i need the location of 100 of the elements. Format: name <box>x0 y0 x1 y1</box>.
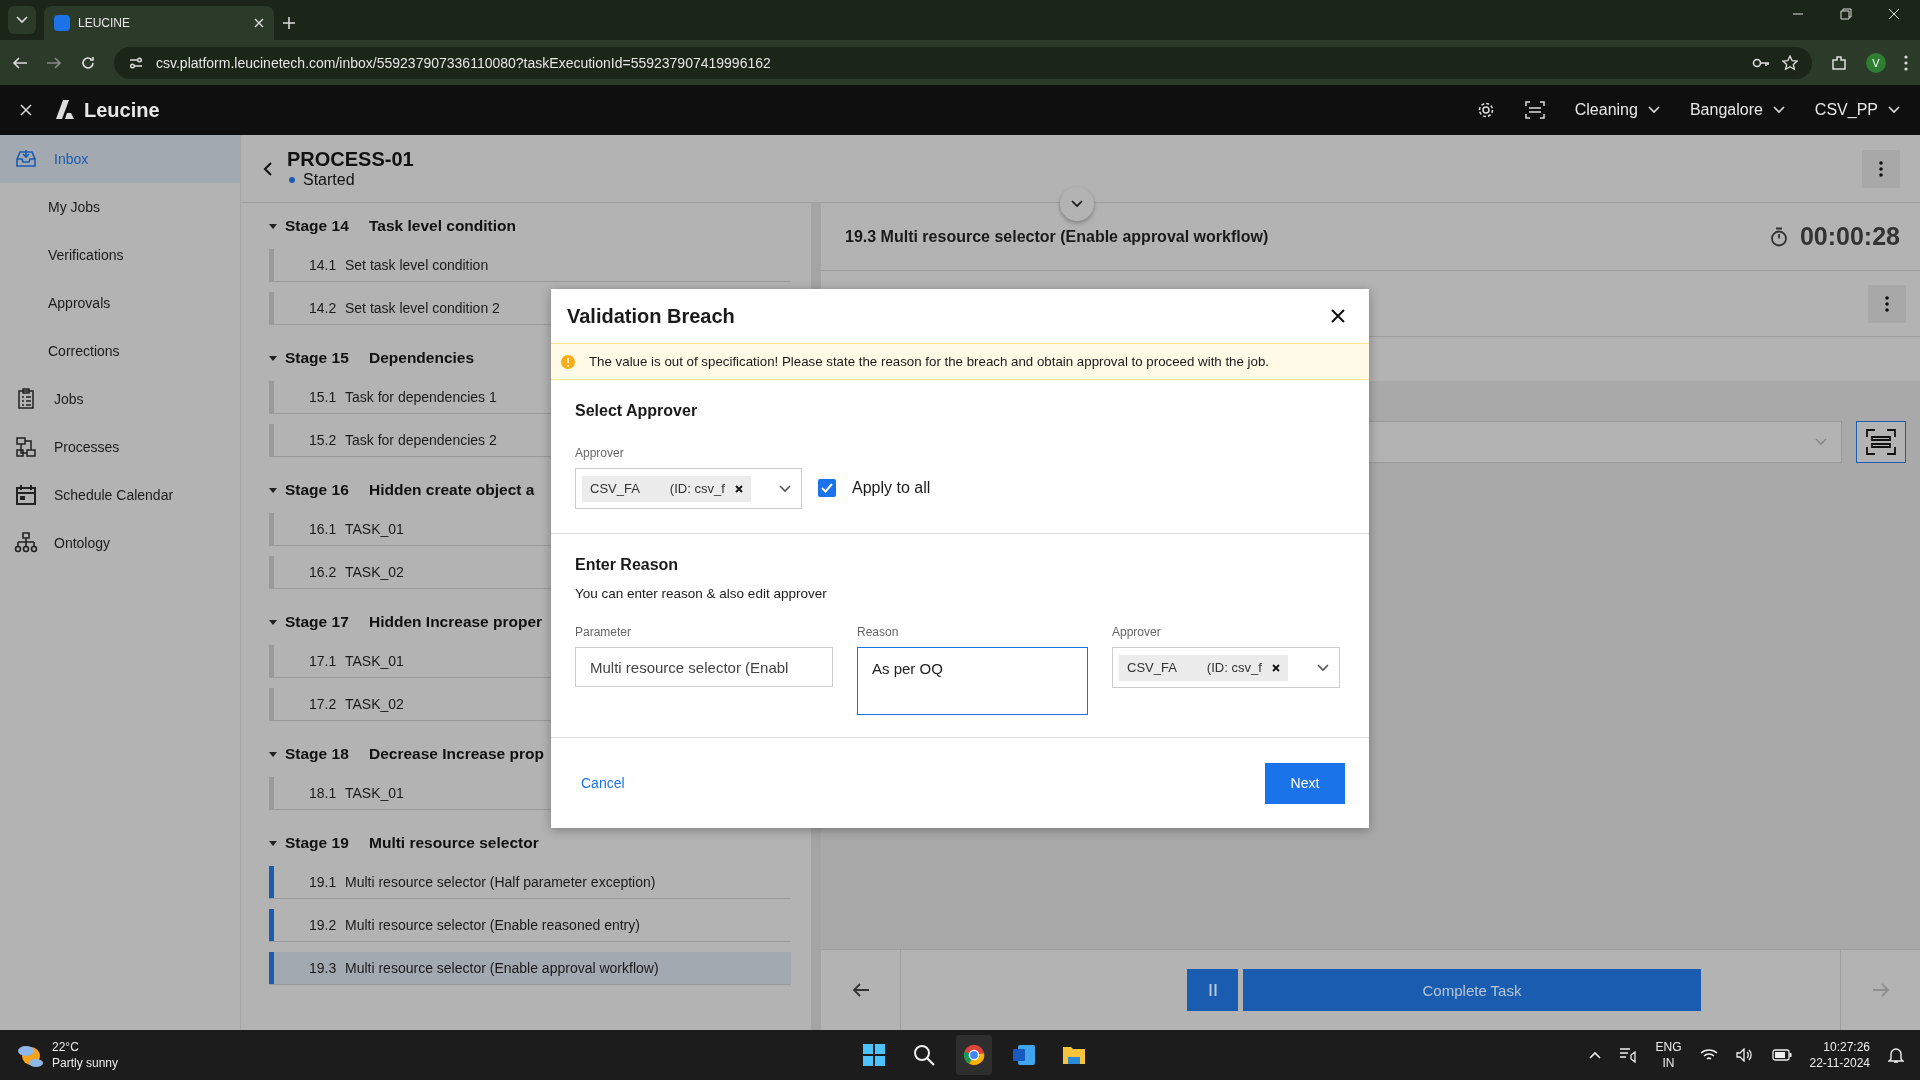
reason-field[interactable]: As per OQ <box>857 647 1088 715</box>
parameter-field[interactable]: Multi resource selector (Enabl <box>575 647 833 687</box>
notification-icon[interactable] <box>1888 1046 1904 1064</box>
field-label: Approver <box>575 446 625 460</box>
close-icon[interactable] <box>1888 8 1900 20</box>
task-item[interactable]: 19.1 Multi resource selector (Half parameter exception) <box>269 866 791 899</box>
weather-text: Partly sunny <box>52 1056 119 1070</box>
region-text[interactable]: IN <box>1662 1056 1675 1070</box>
caret-icon[interactable] <box>269 487 277 493</box>
task-number: 14.2 <box>309 300 338 316</box>
address-bar[interactable]: csv.platform.leucinetech.com/inbox/559237907336110080?taskExecutionId=559237907419996162 <box>114 46 1812 79</box>
task-title: 19.3 Multi resource selector (Enable approval workflow) <box>845 227 1269 246</box>
new-tab-icon[interactable] <box>282 16 296 30</box>
battery-icon[interactable] <box>1771 1049 1792 1061</box>
caret-icon[interactable] <box>269 619 277 625</box>
pen-menu-icon[interactable] <box>1619 1047 1638 1063</box>
task-item[interactable]: 19.2 Multi resource selector (Enable reasoned entry) <box>269 909 791 942</box>
complete-task-button[interactable]: Complete Task <box>1243 969 1701 1011</box>
caret-icon[interactable] <box>269 355 277 361</box>
caret-icon[interactable] <box>269 223 277 229</box>
task-name: Multi resource selector (Enable approval workflow) <box>345 960 659 976</box>
task-item[interactable]: 14.1 Set task level condition <box>269 249 791 282</box>
cancel-link[interactable]: Cancel <box>581 775 625 791</box>
warning-text: The value is out of specification! Please state the reason for the breach and obtain approval to proceed with the job. <box>589 354 1270 369</box>
stopwatch-icon <box>1769 226 1788 247</box>
profile-avatar[interactable]: V <box>1866 52 1886 73</box>
scan-icon[interactable] <box>1524 101 1545 119</box>
sidebar-item[interactable]: Verifications <box>0 231 240 279</box>
check-icon <box>821 482 833 493</box>
more-button[interactable] <box>1868 284 1906 323</box>
caret-icon[interactable] <box>269 840 277 846</box>
header-dropdown[interactable]: Cleaning <box>1574 101 1660 119</box>
section-heading: Enter Reason <box>575 556 680 574</box>
sidebar-item[interactable]: Corrections <box>0 327 240 375</box>
logo-icon <box>54 99 76 121</box>
restore-icon[interactable] <box>1840 8 1852 20</box>
star-icon[interactable] <box>1782 54 1798 71</box>
speaker-icon[interactable] <box>1735 1048 1754 1062</box>
favicon-icon <box>54 15 70 31</box>
back-icon[interactable] <box>12 54 28 71</box>
task-item[interactable]: 19.3 Multi resource selector (Enable approval workflow) <box>269 952 791 985</box>
clock-date[interactable]: 22-11-2024 <box>1809 1056 1870 1070</box>
close-icon[interactable] <box>254 18 264 28</box>
approver-select[interactable]: CSV_FA (ID: csv_f <box>1112 647 1340 688</box>
back-icon[interactable] <box>263 160 273 177</box>
task-number: 14.1 <box>309 257 338 273</box>
more-icon[interactable] <box>1904 54 1908 71</box>
extensions-icon[interactable] <box>1830 53 1848 72</box>
chevron-up-icon[interactable] <box>1589 1051 1602 1059</box>
sidebar-item[interactable]: My Jobs <box>0 183 240 231</box>
caret-icon[interactable] <box>269 751 277 757</box>
chevron-down-icon <box>1815 438 1827 446</box>
sidebar-item[interactable]: Processes <box>0 423 240 471</box>
settings-icon[interactable] <box>1476 101 1495 119</box>
sidebar-item[interactable]: Ontology <box>0 519 240 567</box>
task-number: 17.1 <box>309 653 338 669</box>
arrow-left-icon <box>851 982 870 998</box>
sidebar-item[interactable]: Schedule Calendar <box>0 471 240 519</box>
header-dropdown[interactable]: Bangalore <box>1689 101 1785 119</box>
calendar-icon <box>14 483 38 507</box>
apply-checkbox[interactable] <box>818 478 836 497</box>
stage-number: Stage 18 <box>285 745 350 763</box>
chevron-down-icon <box>1317 663 1329 672</box>
chevron-down-icon <box>1071 200 1083 208</box>
forward-icon[interactable] <box>46 54 62 71</box>
task-name: Multi resource selector (Half parameter exception) <box>345 874 656 890</box>
wifi-icon[interactable] <box>1699 1048 1718 1062</box>
field-label: Approver <box>1112 625 1162 639</box>
task-name: TASK_01 <box>345 521 404 537</box>
sidebar-item[interactable]: Approvals <box>0 279 240 327</box>
field-label: Parameter <box>575 625 633 639</box>
checkbox-label: Apply to all <box>852 478 931 497</box>
key-icon[interactable] <box>1752 56 1770 69</box>
task-number: 19.2 <box>309 917 338 933</box>
browser-taskbar-button[interactable] <box>956 1035 992 1075</box>
browser-tab[interactable]: LEUCINE <box>44 6 274 40</box>
process-title: PROCESS-01 <box>287 148 414 171</box>
chevron-down-icon <box>779 484 791 493</box>
close-icon[interactable] <box>20 104 32 116</box>
temperature-text: 22°C <box>52 1040 80 1054</box>
sidebar-item[interactable]: Jobs <box>0 375 240 423</box>
more-button[interactable] <box>1862 149 1900 188</box>
chevron-down-icon <box>16 16 28 24</box>
reload-icon[interactable] <box>80 54 96 71</box>
pause-icon <box>1208 984 1217 996</box>
approver-id: (ID: csv_f <box>1206 660 1262 675</box>
scan-button[interactable] <box>1856 421 1906 463</box>
field-label: Reason <box>857 625 900 639</box>
language-text[interactable]: ENG <box>1655 1040 1682 1054</box>
tab-list-button[interactable] <box>8 6 36 34</box>
next-button[interactable]: Next <box>1265 762 1345 804</box>
remove-icon[interactable] <box>1271 663 1280 672</box>
arrow-right-icon <box>1871 982 1890 998</box>
task-name: TASK_02 <box>345 696 404 712</box>
task-number: 18.1 <box>309 785 338 801</box>
remove-icon[interactable] <box>734 484 743 493</box>
task-name: TASK_02 <box>345 564 404 580</box>
approver-select[interactable]: CSV_FA (ID: csv_f <box>575 468 802 509</box>
header-dropdown[interactable]: CSV_PP <box>1814 101 1900 119</box>
clock-time[interactable]: 10:27:26 <box>1823 1040 1870 1054</box>
